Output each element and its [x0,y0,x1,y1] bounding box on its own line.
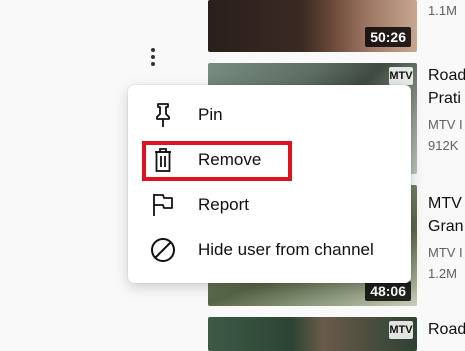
menu-item-hide-user[interactable]: Hide user from channel [128,227,411,272]
video-info: Road [428,318,465,341]
video-info: MTV Gran MTV I 1.2M [428,192,465,284]
mtv-logo-icon: MTV [389,321,413,339]
thumbnail-image [208,317,417,351]
dot-icon [151,55,155,59]
menu-item-pin[interactable]: Pin [128,92,411,137]
menu-item-label: Hide user from channel [198,239,374,259]
menu-item-label: Pin [198,104,223,124]
block-icon [150,237,176,263]
video-title[interactable]: MTV Gran [428,192,465,238]
mtv-logo-icon: MTV [389,67,413,85]
channel-name[interactable]: MTV I [428,242,465,263]
video-thumbnail[interactable]: MTV [208,317,417,351]
view-count: 912K [428,138,459,153]
view-count: 1.1M [428,3,457,18]
dot-icon [151,62,155,66]
pin-icon [150,102,176,128]
video-thumbnail[interactable]: 50:26 [208,0,417,52]
video-info: 1.1M [428,0,465,21]
trash-icon [150,147,176,173]
duration-badge: 48:06 [365,281,411,301]
video-title[interactable]: Road [428,318,465,341]
view-count: 1.2M [428,266,457,281]
comment-action-menu: Pin Remove Report Hide user from channel [128,85,411,283]
menu-item-remove[interactable]: Remove [128,137,411,182]
video-title[interactable]: Road Prati [428,64,465,110]
duration-badge: 50:26 [365,27,411,47]
flag-icon [150,192,176,218]
menu-item-label: Report [198,194,250,214]
menu-item-report[interactable]: Report [128,182,411,227]
video-info: Road Prati MTV I 912K [428,64,465,156]
dot-icon [151,48,155,52]
more-actions-button[interactable] [141,44,165,70]
menu-item-label: Remove [198,149,262,169]
channel-name[interactable]: MTV I [428,114,465,135]
